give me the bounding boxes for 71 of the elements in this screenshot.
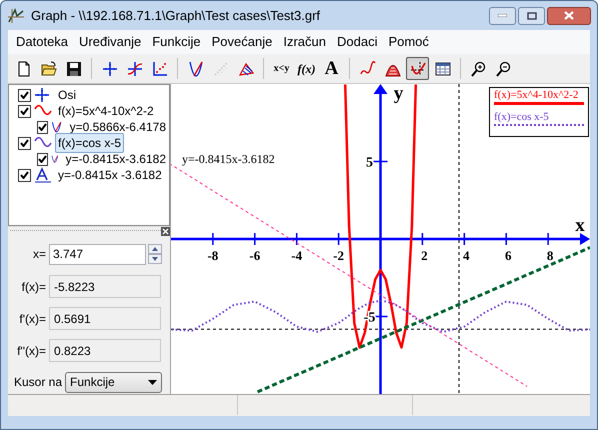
toolbar-button[interactable]: x<y — [270, 57, 293, 80]
folder-icon — [40, 60, 56, 76]
page-icon — [16, 60, 32, 76]
menu-item[interactable]: Uređivanje — [74, 32, 146, 52]
line-equation-label: y=-0.8415x-3.6182 — [182, 152, 275, 166]
tick-label: 4 — [463, 248, 470, 263]
restore-icon — [526, 12, 536, 20]
legend-entry: f(x)=cos x-5 — [494, 111, 584, 126]
toolbar-button[interactable]: f(x) — [295, 57, 318, 80]
spin-button[interactable] — [148, 244, 162, 254]
menu-item[interactable]: Pomoć — [383, 32, 434, 52]
result-field: 0.8223 — [49, 339, 161, 362]
cursor-label: Kusor na — [14, 374, 62, 391]
close-icon — [564, 11, 574, 20]
result-label: f'(x)= — [18, 310, 47, 328]
x-input-field[interactable]: 3.747 — [49, 244, 146, 264]
tree-item-label[interactable]: f(x)=cos x-5 — [55, 133, 124, 153]
tick-label: -8 — [207, 248, 218, 263]
axes-icon — [102, 60, 118, 76]
point-series-icon — [152, 60, 168, 76]
tick-label: 8 — [546, 248, 554, 263]
window-title: Graph - \\192.168.71.1\Graph\Test cases\Test3.grf — [31, 6, 320, 25]
result-field: -5.8223 — [49, 275, 161, 298]
minimize-button[interactable] — [489, 6, 516, 24]
graph-app-icon — [7, 8, 25, 24]
tick-label: -6 — [249, 248, 260, 263]
function-graph-icon — [126, 60, 142, 76]
tick-label: 5 — [366, 156, 373, 170]
checkbox[interactable] — [37, 120, 48, 134]
menu-item[interactable]: Datoteka — [11, 32, 74, 52]
close-panel-button[interactable] — [161, 226, 170, 236]
curve-icon — [360, 60, 376, 76]
spin-button[interactable] — [148, 254, 162, 264]
maximize-button[interactable] — [518, 6, 545, 24]
tangent-icon — [51, 119, 64, 135]
toolbar-button[interactable]: A — [320, 57, 343, 80]
close-button[interactable] — [547, 6, 591, 24]
tick-label: 2 — [421, 248, 428, 263]
x-label: x= — [32, 246, 47, 263]
evaluate-curve-icon — [410, 60, 426, 76]
caret-icon — [148, 380, 158, 384]
legend-entry: f(x)=5x^4-10x^2-2 — [494, 89, 584, 105]
toolbar-button[interactable] — [406, 57, 429, 80]
result-field: 0.5691 — [49, 307, 161, 330]
checkbox[interactable] — [18, 168, 31, 182]
axes-icon — [34, 87, 52, 103]
zoom-out-icon — [496, 60, 512, 76]
zoom-in-icon — [470, 60, 486, 76]
result-label: f(x)= — [20, 278, 47, 296]
minimize-icon — [498, 14, 507, 17]
text-label-icon — [34, 167, 52, 183]
cursor-dropdown[interactable]: Funkcije — [65, 372, 162, 392]
tangent-icon — [188, 60, 204, 76]
result-label: f''(x)= — [16, 342, 47, 360]
menu-item[interactable]: Dodaci — [332, 32, 382, 52]
checkbox[interactable] — [18, 136, 31, 150]
close-icon — [162, 228, 169, 234]
menu-item[interactable]: Povećanje — [206, 32, 278, 52]
dotted-line-icon — [212, 60, 228, 76]
x-axis-label: x — [575, 215, 585, 236]
shaded-area-icon — [238, 60, 254, 76]
y-axis-label: y — [394, 84, 404, 104]
tick-label: -4 — [291, 248, 302, 263]
tick-label: -2 — [333, 248, 344, 263]
checkbox[interactable] — [37, 152, 48, 166]
table-icon — [434, 60, 450, 76]
checkbox[interactable] — [18, 88, 31, 102]
checkbox[interactable] — [18, 104, 31, 118]
menu-item[interactable]: Funkcije — [147, 32, 206, 52]
menu-item[interactable]: Izračun — [278, 32, 331, 52]
tick-label: 6 — [504, 248, 512, 263]
